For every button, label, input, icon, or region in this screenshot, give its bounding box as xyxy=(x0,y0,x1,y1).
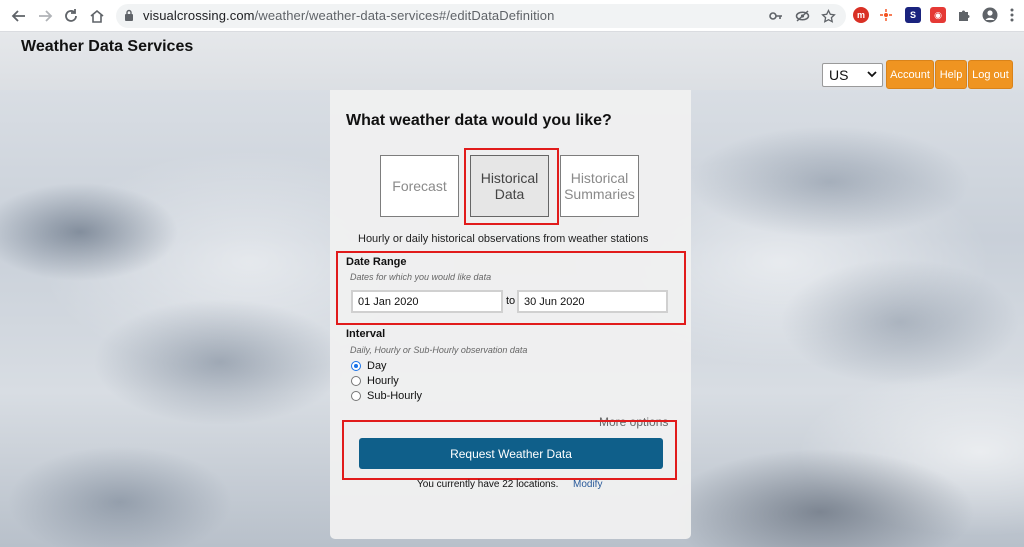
browser-menu-icon[interactable] xyxy=(1004,7,1020,23)
reload-button[interactable] xyxy=(60,5,82,27)
url-path: /weather/weather-data-services#/editData… xyxy=(254,8,555,23)
modify-locations-link[interactable]: Modify xyxy=(573,479,602,490)
logout-button[interactable]: Log out xyxy=(968,60,1013,89)
locations-count-text: You currently have 22 locations. xyxy=(417,479,559,490)
date-range-label: Date Range xyxy=(346,256,407,268)
help-button[interactable]: Help xyxy=(935,60,967,89)
radio-sub-hourly[interactable] xyxy=(351,391,361,401)
request-weather-data-button[interactable]: Request Weather Data xyxy=(359,438,663,469)
date-range-help: Dates for which you would like data xyxy=(350,272,492,282)
home-button[interactable] xyxy=(86,5,108,27)
historical-summaries-label-line1: Historical xyxy=(570,170,629,186)
url-text: visualcrossing.com/weather/weather-data-… xyxy=(143,8,554,23)
interval-option-day[interactable]: Day xyxy=(351,360,387,372)
home-icon xyxy=(90,9,104,23)
back-arrow-icon xyxy=(11,10,25,22)
more-options-link[interactable]: More options xyxy=(599,415,668,429)
extension-spark-icon[interactable] xyxy=(878,7,894,23)
interval-option-hourly[interactable]: Hourly xyxy=(351,375,399,387)
forward-button[interactable] xyxy=(34,5,56,27)
site-header: Weather Data Services US Account Help Lo… xyxy=(0,32,1024,90)
radio-day[interactable] xyxy=(351,361,361,371)
interval-option-sub-hourly[interactable]: Sub-Hourly xyxy=(351,390,422,402)
historical-summaries-label-line2: Summaries xyxy=(564,186,635,202)
reload-icon xyxy=(65,9,77,22)
forward-arrow-icon xyxy=(39,10,53,22)
key-icon[interactable] xyxy=(768,8,784,24)
unit-select[interactable]: US xyxy=(822,63,883,87)
chevron-down-icon xyxy=(867,71,877,78)
bookmark-star-icon[interactable] xyxy=(820,8,836,24)
site-title: Weather Data Services xyxy=(21,38,194,55)
interval-option-hourly-label: Hourly xyxy=(367,375,399,387)
extension-rss-icon[interactable]: ◉ xyxy=(930,7,946,23)
back-button[interactable] xyxy=(8,5,30,27)
forecast-option[interactable]: Forecast xyxy=(380,155,459,217)
radio-hourly[interactable] xyxy=(351,376,361,386)
extensions-puzzle-icon[interactable] xyxy=(956,7,972,23)
option-description: Hourly or daily historical observations … xyxy=(358,233,649,245)
data-definition-panel: What weather data would you like? Foreca… xyxy=(330,90,691,539)
url-host: visualcrossing.com xyxy=(143,8,255,23)
extension-blue-icon[interactable]: S xyxy=(905,7,921,23)
interval-option-sub-hourly-label: Sub-Hourly xyxy=(367,390,423,402)
page-background: Weather Data Services US Account Help Lo… xyxy=(0,32,1024,547)
historical-summaries-option[interactable]: Historical Summaries xyxy=(560,155,639,217)
browser-toolbar: visualcrossing.com/weather/weather-data-… xyxy=(0,0,1024,32)
end-date-input[interactable]: 30 Jun 2020 xyxy=(517,290,668,313)
start-date-input[interactable]: 01 Jan 2020 xyxy=(351,290,503,313)
eye-off-icon[interactable] xyxy=(794,8,810,24)
interval-help: Daily, Hourly or Sub-Hourly observation … xyxy=(350,345,528,355)
unit-select-value: US xyxy=(829,67,849,83)
lock-icon xyxy=(125,9,133,21)
interval-option-day-label: Day xyxy=(367,360,387,372)
interval-label: Interval xyxy=(346,328,386,340)
historical-data-label-line1: Historical xyxy=(480,170,539,186)
account-button[interactable]: Account xyxy=(886,60,934,89)
historical-data-option[interactable]: Historical Data xyxy=(470,155,549,217)
forecast-option-label: Forecast xyxy=(392,178,447,194)
extension-red-icon[interactable]: m xyxy=(853,7,869,23)
address-bar[interactable]: visualcrossing.com/weather/weather-data-… xyxy=(116,4,846,28)
historical-data-label-line2: Data xyxy=(494,186,525,202)
panel-heading: What weather data would you like? xyxy=(346,112,612,129)
profile-avatar-icon[interactable] xyxy=(982,7,998,23)
date-range-to-label: to xyxy=(506,295,516,307)
